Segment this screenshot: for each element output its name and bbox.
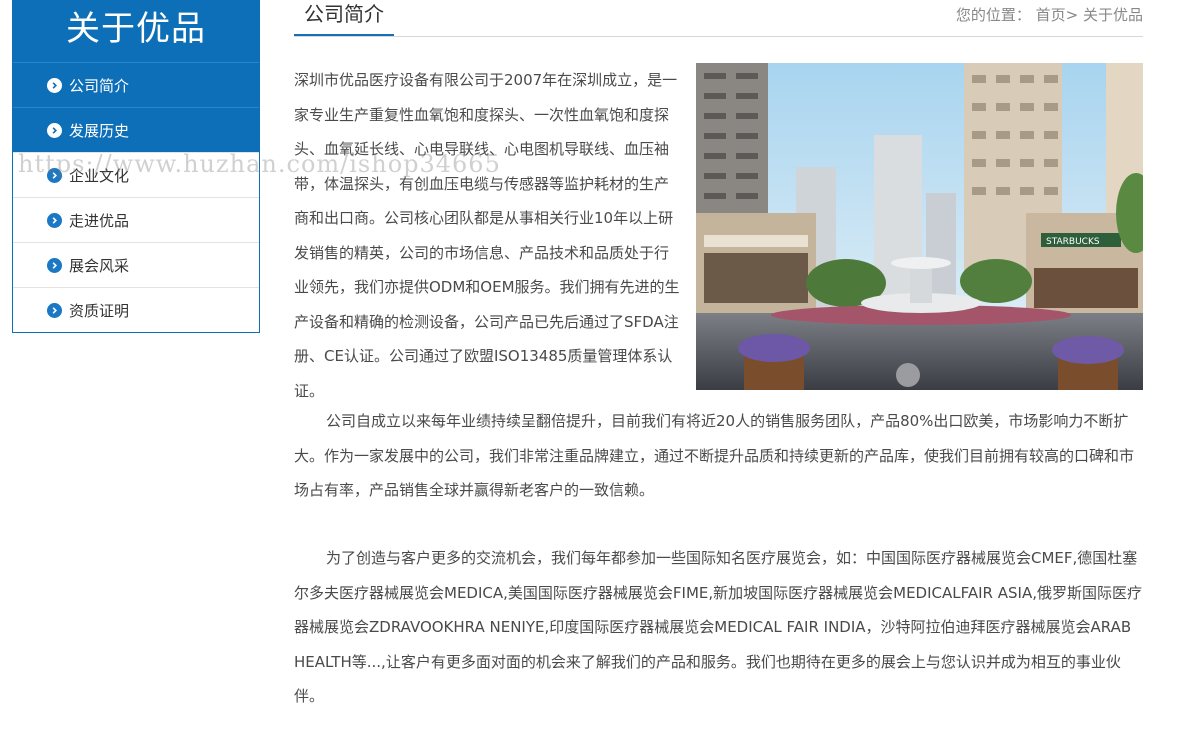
sidebar-item-label: 公司简介: [69, 76, 130, 95]
breadcrumb-current-link[interactable]: 关于优品: [1083, 6, 1143, 24]
sidebar-title: 关于优品: [12, 0, 260, 62]
chevron-right-icon: [47, 122, 62, 138]
starbucks-sign: STARBUCKS: [1046, 237, 1100, 247]
page-title: 公司简介: [294, 0, 394, 36]
sidebar-item-company-profile[interactable]: 公司简介: [13, 62, 259, 107]
sidebar-item-visit[interactable]: 走进优品: [13, 197, 259, 242]
sidebar-item-culture[interactable]: 企业文化: [13, 152, 259, 197]
sidebar-menu: 公司简介 发展历史 企业文化 走进优品 展会风采 资质证明: [12, 62, 260, 333]
growth-paragraph: 公司自成立以来每年业绩持续呈翻倍提升，目前我们有将近20人的销售服务团队，产品8…: [294, 412, 1135, 499]
sidebar-item-label: 发展历史: [69, 121, 130, 140]
sidebar-item-label: 走进优品: [69, 211, 130, 230]
sidebar: 关于优品 公司简介 发展历史 企业文化 走进优品 展会风采 资质证明: [12, 0, 260, 333]
chevron-right-icon: [47, 212, 62, 228]
company-building-photo: STARBUCKS: [696, 63, 1143, 390]
breadcrumb-prefix: 您的位置：: [955, 6, 1031, 24]
chevron-right-icon: [47, 302, 62, 318]
sidebar-item-label: 展会风采: [69, 256, 130, 275]
chevron-right-icon: [47, 167, 62, 183]
breadcrumb: 您的位置： 首页> 关于优品: [956, 4, 1143, 25]
exhibitions-paragraph: 为了创造与客户更多的交流机会，我们每年都参加一些国际知名医疗展览会，如：中国国际…: [294, 549, 1142, 705]
content-header: 公司简介 您的位置： 首页> 关于优品: [294, 0, 1143, 37]
sidebar-item-history[interactable]: 发展历史: [13, 107, 259, 152]
sidebar-item-label: 企业文化: [69, 166, 130, 185]
chevron-right-icon: [47, 77, 62, 93]
sidebar-item-label: 资质证明: [69, 301, 130, 320]
breadcrumb-home-link[interactable]: 首页: [1036, 6, 1066, 24]
breadcrumb-separator: >: [1065, 6, 1079, 24]
chevron-right-icon: [47, 257, 62, 273]
sidebar-item-certificates[interactable]: 资质证明: [13, 287, 259, 332]
intro-paragraph: 深圳市优品医疗设备有限公司于2007年在深圳成立，是一家专业生产重复性血氧饱和度…: [294, 71, 680, 400]
sidebar-item-exhibitions[interactable]: 展会风采: [13, 242, 259, 287]
